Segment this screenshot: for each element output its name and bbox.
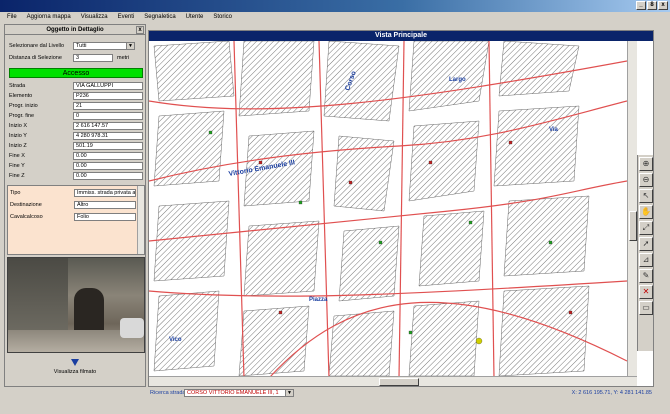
vertical-scrollbar[interactable]	[627, 41, 637, 378]
map-label: Piazza	[309, 297, 328, 303]
tipo-box: Tipo Immiss. strada privata a ra Destina…	[7, 185, 145, 255]
menu-visualizza[interactable]: Visualizza	[76, 12, 113, 22]
menu-segnaletica[interactable]: Segnaletica	[139, 12, 180, 22]
livello-label: Selezionare dal Livello	[9, 43, 65, 49]
measure-icon[interactable]: ⊿	[639, 253, 653, 267]
zoom-in-icon[interactable]: ⊕	[639, 157, 653, 171]
vertical-scroll-thumb[interactable]	[629, 211, 637, 241]
detail-panel: Oggetto in Dettaglio x Selezionare dal L…	[4, 24, 146, 387]
horizontal-scroll-thumb[interactable]	[379, 378, 419, 386]
play-video-label: Visualizza filmato	[53, 369, 97, 375]
distanza-unit: metri	[117, 55, 130, 61]
field-label: Fine Y	[9, 163, 25, 169]
play-video-button[interactable]: Visualizza filmato	[5, 355, 145, 385]
field-label: Inizio X	[9, 123, 28, 129]
search-street-select[interactable]: CORSO VITTORIO EMANUELE III, 1 ▼	[184, 389, 294, 397]
livello-select[interactable]: Tutti ▼	[73, 42, 135, 50]
cavalcalcoso-value[interactable]: Folio	[74, 213, 136, 221]
fine-z-value[interactable]: 0.00	[73, 172, 143, 180]
inizio-y-value[interactable]: 4 280 978.31	[73, 132, 143, 140]
select-icon[interactable]: ▭	[639, 301, 653, 315]
pencil-icon[interactable]: ✎	[639, 269, 653, 283]
inizio-x-value[interactable]: 2 616 147.57	[73, 122, 143, 130]
street-map[interactable]: Vittorio Emanuele III Corso Largo Piazza…	[149, 41, 627, 378]
field-label: Progr. inizio	[9, 103, 38, 109]
accesso-banner: Accesso	[9, 68, 143, 78]
minimize-button[interactable]: _	[636, 1, 646, 10]
field-label: Strada	[9, 83, 26, 89]
play-icon[interactable]	[71, 359, 79, 366]
menu-file[interactable]: File	[2, 12, 22, 22]
progr-inizio-value[interactable]: 21	[73, 102, 143, 110]
strada-value[interactable]: VIA GALLUPPI	[73, 82, 143, 90]
elemento-value[interactable]: P236	[73, 92, 143, 100]
field-label: Progr. fine	[9, 113, 35, 119]
pointer-icon[interactable]: ↖	[639, 189, 653, 203]
menu-aggiorna-mappa[interactable]: Aggiorna mappa	[22, 12, 76, 22]
field-label: Inizio Z	[9, 143, 27, 149]
arrow-icon[interactable]: ➚	[639, 237, 653, 251]
progr-fine-value[interactable]: 0	[73, 112, 143, 120]
main-view-title: Vista Principale	[149, 31, 653, 41]
distanza-input[interactable]: 3	[73, 54, 113, 62]
main-view-panel: Vista Principale Vittorio Emanuele III C…	[148, 30, 654, 387]
destinazione-value[interactable]: Altro	[74, 201, 136, 209]
close-button[interactable]: x	[658, 1, 668, 10]
field-label: Fine Z	[9, 173, 25, 179]
coordinates-readout: X: 2 616 195.71, Y: 4 281 141.85	[571, 390, 652, 396]
field-label: Elemento	[9, 93, 33, 99]
map-label: Via	[549, 127, 559, 133]
inizio-z-value[interactable]: 501.19	[73, 142, 143, 150]
map-toolbar: ⊕ ⊖ ↖ ✋ ⤢ ➚ ⊿ ✎ ✕ ▭	[637, 155, 653, 351]
zoom-out-icon[interactable]: ⊖	[639, 173, 653, 187]
tipo-value[interactable]: Immiss. strada privata a ra	[74, 189, 136, 197]
horizontal-scrollbar[interactable]	[149, 376, 637, 386]
restore-button[interactable]: 8	[647, 1, 657, 10]
menu-eventi[interactable]: Eventi	[113, 12, 140, 22]
search-street-label: Ricerca strada	[150, 390, 186, 396]
window-title-bar: _ 8 x	[0, 0, 670, 12]
fine-y-value[interactable]: 0.00	[73, 162, 143, 170]
tipo-label: Tipo	[10, 190, 21, 196]
detail-panel-title: Oggetto in Dettaglio	[46, 27, 104, 33]
detail-panel-header: Oggetto in Dettaglio x	[5, 25, 145, 35]
pan-hand-icon[interactable]: ✋	[639, 205, 653, 219]
delete-icon[interactable]: ✕	[639, 285, 653, 299]
chevron-down-icon[interactable]: ▼	[285, 390, 293, 396]
tipo-scrollbar[interactable]	[137, 186, 144, 254]
menu-bar: File Aggiorna mappa Visualizza Eventi Se…	[0, 12, 670, 22]
distanza-label: Distanza di Selezione	[9, 55, 62, 61]
menu-storico[interactable]: Storico	[208, 12, 237, 22]
map-label: Largo	[449, 77, 466, 83]
field-label: Fine X	[9, 153, 25, 159]
fine-x-value[interactable]: 0.00	[73, 152, 143, 160]
map-label: Vico	[169, 337, 182, 343]
chevron-down-icon[interactable]: ▼	[126, 43, 134, 49]
close-icon[interactable]: x	[136, 26, 144, 34]
field-label: Inizio Y	[9, 133, 27, 139]
fit-icon[interactable]: ⤢	[639, 221, 653, 235]
destinazione-label: Destinazione	[10, 202, 42, 208]
menu-utente[interactable]: Utente	[181, 12, 209, 22]
cavalcalcoso-label: Cavalcalcoso	[10, 214, 43, 220]
street-photo	[7, 257, 145, 353]
status-bar: Ricerca strada CORSO VITTORIO EMANUELE I…	[148, 388, 654, 398]
